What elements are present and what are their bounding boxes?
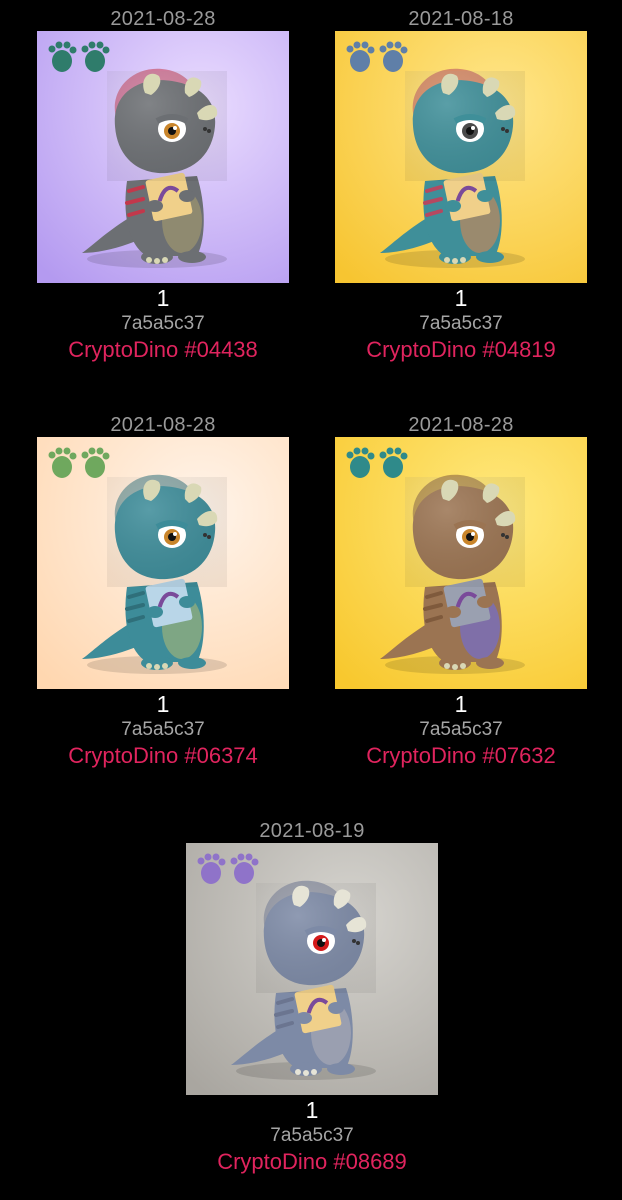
nft-image[interactable]: [37, 437, 289, 689]
card-hash: 7a5a5c37: [419, 313, 503, 334]
nft-image[interactable]: [186, 843, 438, 1095]
card-date: 2021-08-18: [408, 8, 514, 30]
card-date: 2021-08-19: [259, 820, 365, 842]
nft-image[interactable]: [37, 31, 289, 283]
nft-image[interactable]: [335, 437, 587, 689]
nft-card[interactable]: 2021-08-28: [37, 7, 289, 364]
nft-card[interactable]: 2021-08-28: [335, 413, 587, 770]
card-hash: 7a5a5c37: [270, 1125, 354, 1146]
card-date: 2021-08-28: [110, 414, 216, 436]
nft-image[interactable]: [335, 31, 587, 283]
card-quantity: 1: [454, 285, 468, 311]
card-title-link[interactable]: CryptoDino #07632: [335, 742, 587, 770]
card-title-link[interactable]: CryptoDino #04819: [335, 336, 587, 364]
nft-card[interactable]: 2021-08-19 1 7a5a5c37 CryptoDino #08689: [186, 819, 438, 1176]
card-quantity: 1: [156, 285, 170, 311]
card-title-link[interactable]: CryptoDino #06374: [37, 742, 289, 770]
card-date: 2021-08-28: [110, 8, 216, 30]
card-hash: 7a5a5c37: [121, 719, 205, 740]
card-title-link[interactable]: CryptoDino #08689: [186, 1148, 438, 1176]
nft-card[interactable]: 2021-08-18 1 7a5a5c37 CryptoDino #04819: [335, 7, 587, 364]
card-quantity: 1: [454, 691, 468, 717]
card-title-link[interactable]: CryptoDino #04438: [37, 336, 289, 364]
card-quantity: 1: [156, 691, 170, 717]
card-hash: 7a5a5c37: [419, 719, 503, 740]
card-quantity: 1: [305, 1097, 319, 1123]
card-date: 2021-08-28: [408, 414, 514, 436]
card-hash: 7a5a5c37: [121, 313, 205, 334]
nft-card[interactable]: 2021-08-28: [37, 413, 289, 770]
